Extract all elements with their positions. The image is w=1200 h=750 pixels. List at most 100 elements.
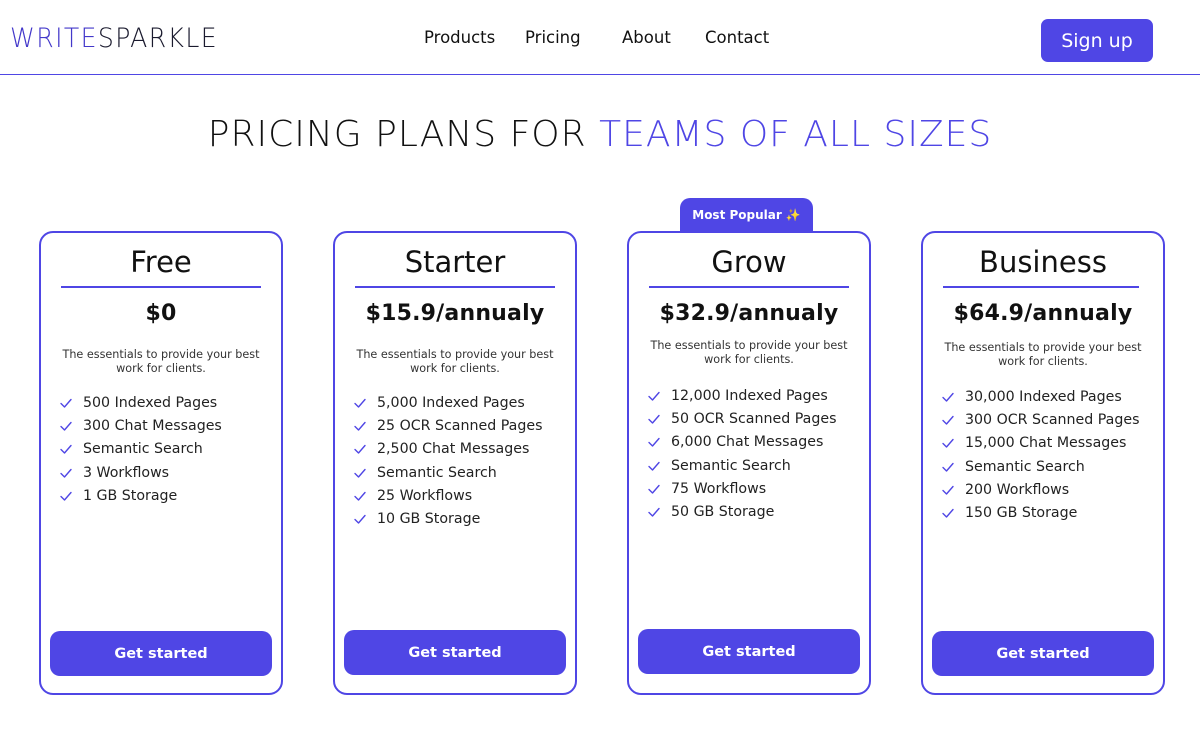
check-icon <box>354 445 366 454</box>
nav-link-products[interactable]: Products <box>424 27 495 49</box>
feature-item: 5,000 Indexed Pages <box>353 391 542 414</box>
feature-label: 50 GB Storage <box>671 504 775 521</box>
check-icon <box>942 508 954 518</box>
feature-item: 10 GB Storage <box>353 507 542 530</box>
get-started-button[interactable]: Get started <box>50 631 272 676</box>
check-icon <box>60 421 72 431</box>
plan-divider <box>61 286 261 288</box>
nav-link-about[interactable]: About <box>622 27 671 49</box>
plan-divider <box>649 286 849 288</box>
most-popular-badge: Most Popular ✨ <box>680 198 813 232</box>
plan-name: Starter <box>404 245 506 279</box>
feature-label: 500 Indexed Pages <box>83 394 218 411</box>
feature-item: Semantic Search <box>647 454 836 477</box>
feature-label: 300 Chat Messages <box>83 417 222 434</box>
check-icon <box>648 461 660 471</box>
check-icon <box>60 491 72 501</box>
feature-item: 25 Workflows <box>353 484 542 507</box>
nav-link-contact[interactable]: Contact <box>705 27 769 49</box>
plan-price: $32.9/annualy <box>659 301 839 326</box>
get-started-button[interactable]: Get started <box>932 631 1154 676</box>
feature-item: 15,000 Chat Messages <box>941 432 1140 455</box>
feature-item: 200 Workflows <box>941 478 1140 501</box>
feature-list: 12,000 Indexed Pages 50 OCR Scanned Pages… <box>647 384 836 524</box>
feature-label: 6,000 Chat Messages <box>671 434 824 451</box>
check-icon <box>942 392 954 402</box>
feature-item: Semantic Search <box>941 455 1140 478</box>
feature-label: 10 GB Storage <box>377 511 481 528</box>
feature-list: 5,000 Indexed Pages 25 OCR Scanned Pages 2… <box>353 391 542 531</box>
logo-part-sparkle: SPARKLE <box>97 23 219 54</box>
feature-item: 25 OCR Scanned Pages <box>353 414 542 437</box>
plan-divider <box>943 286 1139 288</box>
sign-up-button[interactable]: Sign up <box>1041 19 1153 62</box>
feature-label: 200 Workflows <box>965 481 1070 498</box>
plan-name: Business <box>979 245 1107 279</box>
page-title-part2: TEAMS OF ALL SIZES <box>599 114 993 155</box>
feature-item: 1 GB Storage <box>59 484 222 507</box>
badge-label: Most Popular <box>692 208 782 222</box>
plan-divider <box>355 286 555 288</box>
feature-label: Semantic Search <box>965 458 1085 475</box>
check-icon <box>60 468 72 478</box>
check-icon <box>942 439 954 448</box>
sparkle-icon: ✨ <box>785 208 801 222</box>
plan-price: $0 <box>145 301 177 326</box>
check-icon <box>60 398 72 408</box>
plan-name: Free <box>130 245 192 279</box>
plan-card-free: Free $0 The essentials to provide your b… <box>39 231 283 695</box>
check-icon <box>354 514 366 524</box>
feature-item: 300 Chat Messages <box>59 414 222 437</box>
plan-price: $15.9/annualy <box>365 301 545 326</box>
feature-label: Semantic Search <box>83 441 203 458</box>
check-icon <box>354 398 366 408</box>
writesparkle-logo[interactable]: WRITESPARKLE <box>10 22 218 56</box>
feature-item: 75 Workflows <box>647 477 836 500</box>
nav-link-pricing[interactable]: Pricing <box>525 27 581 49</box>
check-icon <box>942 462 954 472</box>
check-icon <box>942 415 954 425</box>
plan-card-grow: Grow $32.9/annualy The essentials to pro… <box>627 231 871 695</box>
feature-item: 500 Indexed Pages <box>59 391 222 414</box>
feature-label: 15,000 Chat Messages <box>965 435 1127 452</box>
feature-label: 50 OCR Scanned Pages <box>671 410 837 427</box>
feature-label: 300 OCR Scanned Pages <box>965 411 1140 428</box>
check-icon <box>648 507 660 517</box>
get-started-button[interactable]: Get started <box>638 629 860 674</box>
feature-item: 50 GB Storage <box>647 500 836 523</box>
check-icon <box>60 445 72 454</box>
feature-label: 30,000 Indexed Pages <box>965 388 1122 405</box>
feature-label: 25 Workflows <box>377 487 473 504</box>
plan-card-business: Business $64.9/annualy The essentials to… <box>921 231 1165 695</box>
site-header: WRITESPARKLE Products Pricing About Cont… <box>0 0 1200 75</box>
feature-label: 75 Workflows <box>671 480 767 497</box>
feature-item: Semantic Search <box>59 438 222 461</box>
feature-item: 50 OCR Scanned Pages <box>647 407 836 430</box>
check-icon <box>942 485 954 495</box>
plan-price: $64.9/annualy <box>953 301 1133 326</box>
feature-label: 3 Workflows <box>83 464 170 481</box>
feature-item: Semantic Search <box>353 461 542 484</box>
page-title: PRICING PLANS FOR TEAMS OF ALL SIZES <box>0 112 1200 158</box>
feature-label: 5,000 Indexed Pages <box>377 394 525 411</box>
check-icon <box>648 484 660 494</box>
check-icon <box>648 414 660 424</box>
feature-label: 2,500 Chat Messages <box>377 441 530 458</box>
feature-label: Semantic Search <box>671 457 791 474</box>
feature-label: 12,000 Indexed Pages <box>671 387 828 404</box>
feature-item: 2,500 Chat Messages <box>353 438 542 461</box>
plan-description: The essentials to provide your best work… <box>944 341 1142 368</box>
page-title-part1: PRICING PLANS FOR <box>207 114 600 155</box>
feature-list: 30,000 Indexed Pages 300 OCR Scanned Page… <box>941 385 1140 525</box>
plan-card-starter: Starter $15.9/annualy The essentials to … <box>333 231 577 695</box>
feature-label: Semantic Search <box>377 464 497 481</box>
plan-description: The essentials to provide your best work… <box>62 348 260 375</box>
get-started-button[interactable]: Get started <box>344 630 566 675</box>
feature-item: 12,000 Indexed Pages <box>647 384 836 407</box>
feature-item: 3 Workflows <box>59 461 222 484</box>
check-icon <box>648 438 660 447</box>
check-icon <box>648 391 660 401</box>
logo-part-write: WRITE <box>10 23 98 54</box>
plan-description: The essentials to provide your best work… <box>356 348 554 375</box>
plan-description: The essentials to provide your best work… <box>650 339 848 366</box>
